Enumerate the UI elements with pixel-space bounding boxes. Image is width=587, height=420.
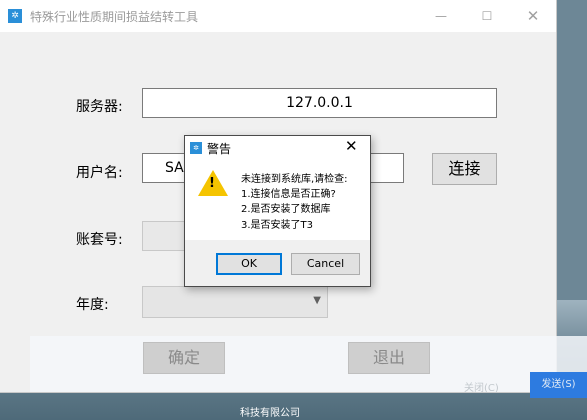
overlay-close-button[interactable]: 关闭(C) bbox=[464, 379, 499, 394]
dialog-message-line: 3.是否安装了T3 bbox=[241, 220, 314, 231]
overlay-send-button[interactable]: 发送(S) bbox=[530, 372, 587, 398]
user-label: 用户名: bbox=[76, 165, 123, 181]
dialog-title-bar: ✲ 警告 ✕ bbox=[185, 136, 370, 160]
account-label: 账套号: bbox=[76, 232, 123, 248]
exit-button[interactable]: 退出 bbox=[348, 342, 430, 374]
warning-exclamation: ! bbox=[209, 176, 215, 191]
dialog-message-line: 未连接到系统库,请检查: bbox=[241, 174, 348, 185]
year-label: 年度: bbox=[76, 297, 109, 313]
overlay-bar bbox=[30, 336, 587, 392]
connect-button[interactable]: 连接 bbox=[432, 153, 497, 185]
dialog-title: 警告 bbox=[207, 142, 232, 156]
cancel-button[interactable]: Cancel bbox=[291, 253, 360, 275]
title-bar: ✲ 特殊行业性质期间损益结转工具 — ☐ ✕ bbox=[0, 0, 556, 32]
dialog-body: ! 未连接到系统库,请检查: 1.连接信息是否正确? 2.是否安装了数据库 3.… bbox=[185, 160, 370, 240]
app-icon: ✲ bbox=[8, 9, 22, 23]
dialog-message-line: 2.是否安装了数据库 bbox=[241, 204, 331, 215]
app-icon: ✲ bbox=[190, 142, 202, 154]
ok-button[interactable]: OK bbox=[216, 253, 282, 275]
dialog-message-line: 1.连接信息是否正确? bbox=[241, 189, 336, 200]
dialog-close-button[interactable]: ✕ bbox=[345, 137, 358, 155]
minimize-button[interactable]: — bbox=[418, 0, 464, 32]
chevron-down-icon: ▼ bbox=[313, 295, 321, 306]
year-select[interactable]: ▼ bbox=[142, 286, 328, 318]
warning-dialog: ✲ 警告 ✕ ! 未连接到系统库,请检查: 1.连接信息是否正确? 2.是否安装… bbox=[184, 135, 371, 287]
maximize-button[interactable]: ☐ bbox=[464, 0, 510, 32]
close-button[interactable]: ✕ bbox=[510, 0, 556, 32]
server-input[interactable]: 127.0.0.1 bbox=[142, 88, 497, 118]
server-label: 服务器: bbox=[76, 99, 123, 115]
desktop-bottom-text: 科技有限公司 bbox=[240, 408, 300, 419]
confirm-button[interactable]: 确定 bbox=[143, 342, 225, 374]
window-title: 特殊行业性质期间损益结转工具 bbox=[30, 10, 199, 24]
